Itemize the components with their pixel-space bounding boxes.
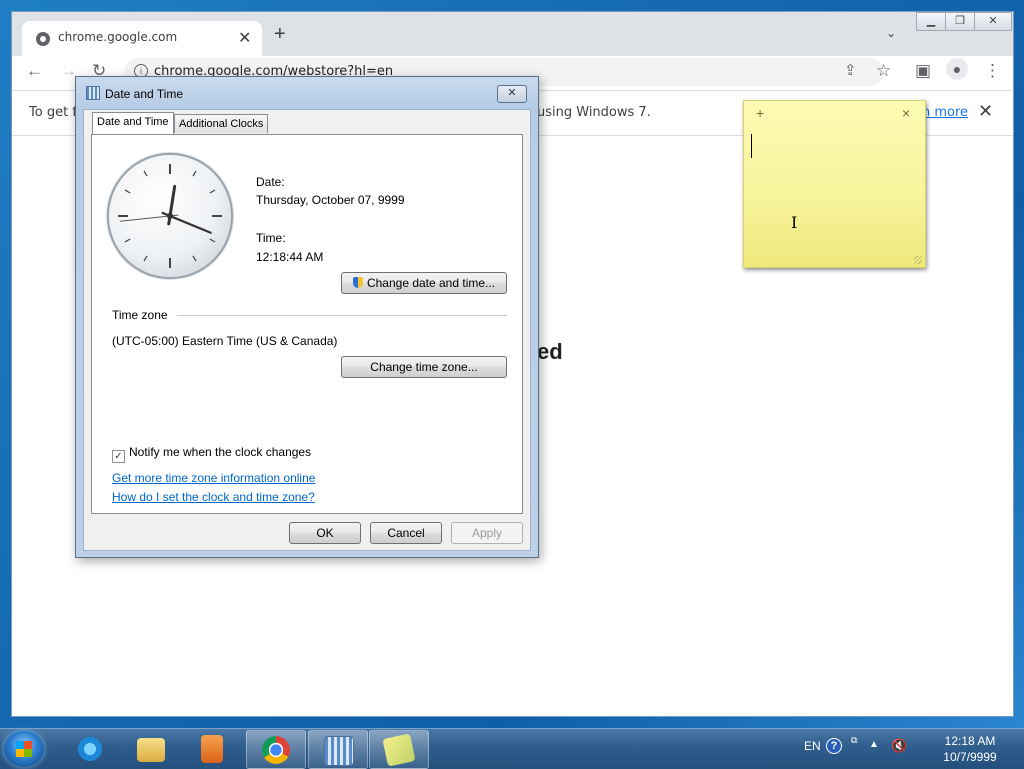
- analog-clock: [109, 155, 231, 277]
- date-time-dialog: Date and Time ✕ Date and Time Additional…: [75, 76, 539, 558]
- clock-center: [167, 213, 173, 219]
- notify-label[interactable]: Notify me when the clock changes: [129, 445, 311, 459]
- infobar-text-end: using Windows 7.: [537, 105, 651, 120]
- change-date-time-label: Change date and time...: [366, 276, 496, 290]
- separator: [177, 315, 507, 316]
- uac-shield-icon: [352, 277, 363, 288]
- clock-tick: [192, 255, 197, 262]
- date-value: Thursday, October 07, 9999: [256, 193, 405, 207]
- time-label: Time:: [256, 231, 286, 245]
- clock-tick: [124, 189, 131, 194]
- timezone-value: (UTC-05:00) Eastern Time (US & Canada): [112, 334, 338, 348]
- globe-icon: [36, 32, 50, 46]
- language-bar-icon[interactable]: ⧉: [851, 735, 857, 746]
- close-window-icon[interactable]: ✕: [974, 12, 1012, 31]
- internet-explorer-icon: [76, 735, 104, 763]
- ibeam-cursor-icon: I: [791, 213, 798, 232]
- taskbar-chrome[interactable]: [246, 730, 306, 769]
- clock-tick: [143, 255, 148, 262]
- clock-tick: [192, 170, 197, 177]
- dialog-close-icon[interactable]: ✕: [497, 85, 527, 103]
- taskbar-windows-explorer[interactable]: [122, 730, 180, 767]
- tab-close-icon[interactable]: ✕: [238, 28, 251, 48]
- how-to-set-clock-link[interactable]: How do I set the clock and time zone?: [112, 490, 315, 504]
- start-button[interactable]: [4, 731, 44, 767]
- folder-icon: [137, 738, 165, 762]
- calendar-clock-icon: [324, 736, 354, 766]
- clock-face: [118, 164, 222, 268]
- language-indicator[interactable]: EN: [804, 739, 821, 753]
- taskbar-date: 10/7/9999: [943, 750, 997, 764]
- sticky-note[interactable]: + × I: [743, 100, 926, 268]
- infobar-close-icon[interactable]: ✕: [978, 101, 993, 122]
- date-label: Date:: [256, 175, 285, 189]
- clock-tick: [124, 238, 131, 243]
- share-icon[interactable]: ⇪: [844, 60, 857, 82]
- taskbar-sticky-notes[interactable]: [369, 730, 429, 769]
- back-icon[interactable]: ←: [26, 60, 43, 82]
- apply-button[interactable]: Apply: [451, 522, 523, 544]
- profile-avatar-icon[interactable]: ●: [946, 58, 968, 80]
- dialog-title: Date and Time: [105, 87, 184, 101]
- tab-panel: Date: Thursday, October 07, 9999 Time: 1…: [91, 134, 523, 514]
- tab-additional-clocks[interactable]: Additional Clocks: [174, 114, 269, 133]
- taskbar-media-player[interactable]: [183, 730, 241, 767]
- taskbar-time: 12:18 AM: [944, 734, 996, 748]
- bookmark-star-icon[interactable]: ☆: [876, 60, 891, 82]
- change-date-time-button[interactable]: Change date and time...: [341, 272, 507, 294]
- chrome-menu-icon[interactable]: ⋮: [984, 60, 1001, 82]
- restore-icon[interactable]: ❐: [945, 12, 975, 31]
- more-timezone-info-link[interactable]: Get more time zone information online: [112, 471, 315, 485]
- timezone-heading: Time zone: [112, 308, 168, 322]
- dialog-body: Date and Time Additional Clocks Date: Th…: [83, 109, 531, 551]
- show-hidden-icons-icon[interactable]: ▲: [869, 739, 879, 750]
- calendar-icon: [86, 86, 100, 100]
- browser-tab[interactable]: chrome.google.com ✕: [22, 21, 262, 56]
- chrome-icon: [262, 736, 290, 764]
- new-tab-icon[interactable]: +: [274, 24, 286, 44]
- page-heading: ed: [537, 339, 563, 364]
- resize-grip-icon[interactable]: [914, 256, 922, 264]
- time-value: 12:18:44 AM: [256, 250, 324, 264]
- window-controls: ▁ ❐ ✕: [916, 12, 1012, 31]
- sticky-notes-icon: [382, 733, 416, 767]
- ok-button[interactable]: OK: [289, 522, 361, 544]
- learn-more-link[interactable]: n more: [922, 105, 968, 120]
- notify-checkbox[interactable]: ✓: [112, 450, 125, 463]
- taskbar-internet-explorer[interactable]: [61, 730, 119, 767]
- clock-tick: [209, 189, 216, 194]
- tab-date-and-time[interactable]: Date and Time: [92, 112, 174, 134]
- taskbar-date-time[interactable]: [308, 730, 368, 769]
- taskbar-clock[interactable]: 12:18 AM 10/7/9999: [940, 733, 1000, 765]
- side-panel-icon[interactable]: ▣: [915, 60, 931, 82]
- text-caret: [751, 134, 752, 158]
- clock-tick: [209, 238, 216, 243]
- minimize-icon[interactable]: ▁: [916, 12, 946, 31]
- clock-tick: [143, 170, 148, 177]
- chrome-titlebar: chrome.google.com ✕ + ⌄ ▁ ❐ ✕: [12, 12, 1013, 56]
- tab-search-chevron-icon[interactable]: ⌄: [886, 26, 896, 40]
- media-player-icon: [201, 735, 223, 763]
- cancel-button[interactable]: Cancel: [370, 522, 442, 544]
- change-timezone-button[interactable]: Change time zone...: [341, 356, 507, 378]
- close-note-icon[interactable]: ×: [902, 105, 910, 121]
- add-note-icon[interactable]: +: [756, 105, 764, 121]
- speaker-muted-icon[interactable]: 🔇: [891, 738, 907, 754]
- help-icon[interactable]: ?: [826, 738, 842, 754]
- taskbar: EN ? ⧉ ▲ 🔇: [0, 728, 1024, 769]
- tab-title: chrome.google.com: [58, 30, 178, 44]
